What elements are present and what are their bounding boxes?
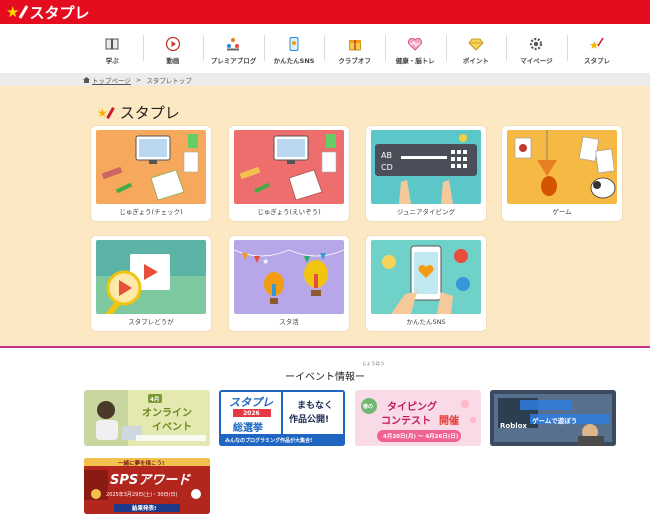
gear-icon	[530, 37, 543, 51]
banner-roblox-line1: Roblox	[500, 422, 527, 430]
card-junior-typing[interactable]: AB CD ジュニアタイピング	[366, 126, 486, 221]
play-icon	[165, 36, 181, 52]
site-logo[interactable]: ★ スタプレ	[6, 3, 90, 22]
nav-label: かんたんSNS	[273, 57, 315, 65]
card-game[interactable]: ゲーム	[502, 126, 622, 221]
book-icon	[105, 38, 119, 50]
nav-item-points[interactable]: ポイント	[445, 31, 507, 67]
banner-online-event[interactable]: 4月 オンライン イベント	[84, 390, 210, 446]
card-image	[507, 130, 617, 204]
banner-typing-contest-line3: コンテスト	[381, 416, 431, 427]
card-label: ゲーム	[552, 208, 572, 216]
card-image	[371, 240, 481, 314]
nav-label: クラブオフ	[338, 57, 371, 65]
banner-typing-contest-line4: 開催	[439, 416, 459, 427]
card-label: スタ活	[279, 318, 299, 326]
nav-item-learn[interactable]: 学ぶ	[82, 31, 143, 67]
home-icon	[83, 77, 90, 83]
nav-label: ポイント	[462, 57, 489, 65]
breadcrumb-separator: >	[135, 76, 142, 84]
banner-online-event-month: 4月	[150, 397, 160, 403]
card-lesson-video[interactable]: じゅぎょう(えいぞう)	[229, 126, 349, 221]
diamond-icon	[468, 38, 484, 51]
phone-icon	[289, 37, 299, 51]
card-image	[96, 130, 206, 204]
logo-text: スタプレ	[29, 3, 90, 22]
nav-label: 健康・脳トレ	[395, 57, 435, 65]
nav-item-stapre[interactable]: スタプレ	[566, 31, 628, 67]
card-label: かんたんSNS	[406, 318, 446, 326]
nav-label: 動画	[166, 57, 180, 65]
card-stakatsu[interactable]: ★ スタ活	[229, 236, 349, 331]
banner-online-event-line2: オンライン	[142, 408, 192, 419]
event-title-ruby: じょうほう	[362, 362, 385, 367]
card-label: じゅぎょう(チェック)	[119, 208, 183, 216]
card-image	[234, 130, 344, 204]
nav-label: スタプレ	[584, 57, 611, 65]
banner-sps-award-result: 結果発表!	[132, 506, 157, 512]
section-title-text: スタプレ	[119, 104, 180, 122]
nav-item-mypage[interactable]: マイページ	[506, 31, 567, 67]
card-image	[96, 240, 206, 314]
event-section-title: じょうほう ーイベント情報ー	[0, 362, 650, 383]
nav-item-blog[interactable]: プレミアブログ	[203, 31, 264, 67]
section-title: ★ スタプレ	[97, 102, 180, 123]
heart-icon	[408, 38, 423, 51]
nav-label: 学ぶ	[105, 57, 119, 65]
banner-election-line5: 作品公開!	[289, 415, 330, 425]
banner-typing-contest-dates: 4月20日(月) ～ 4月26日(日)	[383, 434, 459, 440]
nav-label: マイページ	[520, 57, 553, 65]
banner-roblox-line2: ゲームで遊ぼう	[532, 417, 578, 425]
banner-election-line1: スタプレ	[229, 396, 273, 409]
top-bar: ★ スタプレ	[0, 0, 650, 24]
banner-typing-contest-line2: タイピング	[387, 402, 437, 413]
breadcrumb: トップページ > スタプレトップ	[83, 75, 192, 85]
event-title-text: ーイベント情報ー	[285, 372, 365, 383]
card-image: AB CD	[371, 130, 481, 204]
gift-icon	[348, 40, 361, 51]
nav-item-health[interactable]: 健康・脳トレ	[384, 31, 446, 67]
banner-typing-contest-spring: 春の	[363, 404, 374, 410]
banner-roblox[interactable]: Roblox ゲームで遊ぼう	[490, 390, 616, 446]
nav-item-sns[interactable]: かんたんSNS	[263, 31, 325, 67]
banner-election-line4: まもなく	[297, 401, 334, 411]
nav-label: プレミアブログ	[210, 57, 257, 65]
people-icon	[227, 38, 240, 51]
banner-sps-award[interactable]: 一緒に夢を描こう! SPSアワード 2025年3月29日(土)・30日(日) 結…	[84, 458, 210, 514]
card-stapre-video[interactable]: スタプレどうが	[91, 236, 211, 331]
breadcrumb-home-link[interactable]: トップページ	[92, 75, 131, 85]
breadcrumb-current: スタプレトップ	[146, 77, 192, 85]
main-nav: 学ぶ 動画 プレミアブログ かんたんSNS クラブオフ 健康・脳トレ ポイント …	[82, 31, 628, 67]
svg-text:CD: CD	[381, 163, 393, 172]
card-label: じゅぎょう(えいぞう)	[257, 208, 321, 216]
star-pen-icon	[590, 37, 604, 49]
banner-election-year: 2026	[243, 410, 260, 417]
card-label: スタプレどうが	[128, 318, 174, 326]
card-image: ★	[234, 240, 344, 314]
banner-election-line6: みんなのプログラミング作品が大集合!	[225, 438, 313, 444]
banner-election-line3: 総選挙	[233, 423, 263, 434]
svg-text:AB: AB	[381, 151, 392, 160]
card-lesson-check[interactable]: じゅぎょう(チェック)	[91, 126, 211, 221]
svg-text:★: ★	[262, 257, 269, 266]
nav-item-club[interactable]: クラブオフ	[324, 31, 385, 67]
card-label: ジュニアタイピング	[396, 208, 456, 216]
star-icon: ★	[6, 3, 20, 21]
banner-sps-award-tagline: 一緒に夢を描こう!	[118, 461, 165, 467]
banner-online-event-line3: イベント	[152, 422, 192, 433]
banner-sps-award-date: 2025年3月29日(土)・30日(日)	[106, 492, 178, 498]
breadcrumb-bar: トップページ > スタプレトップ	[0, 73, 650, 86]
stapre-section: ★ スタプレ じゅぎょう(チェック) じゅぎょう(えいぞう) AB CD ジュニア…	[0, 86, 650, 348]
banner-sps-award-title: SPSアワード	[110, 473, 191, 488]
nav-item-video[interactable]: 動画	[142, 31, 204, 67]
banner-election[interactable]: スタプレ 2026 総選挙 まもなく 作品公開! みんなのプログラミング作品が大…	[219, 390, 345, 446]
card-easy-sns[interactable]: かんたんSNS	[366, 236, 486, 331]
banner-typing-contest[interactable]: 春の タイピング コンテスト 開催 4月20日(月) ～ 4月26日(日)	[355, 390, 481, 446]
pen-icon	[19, 5, 29, 19]
